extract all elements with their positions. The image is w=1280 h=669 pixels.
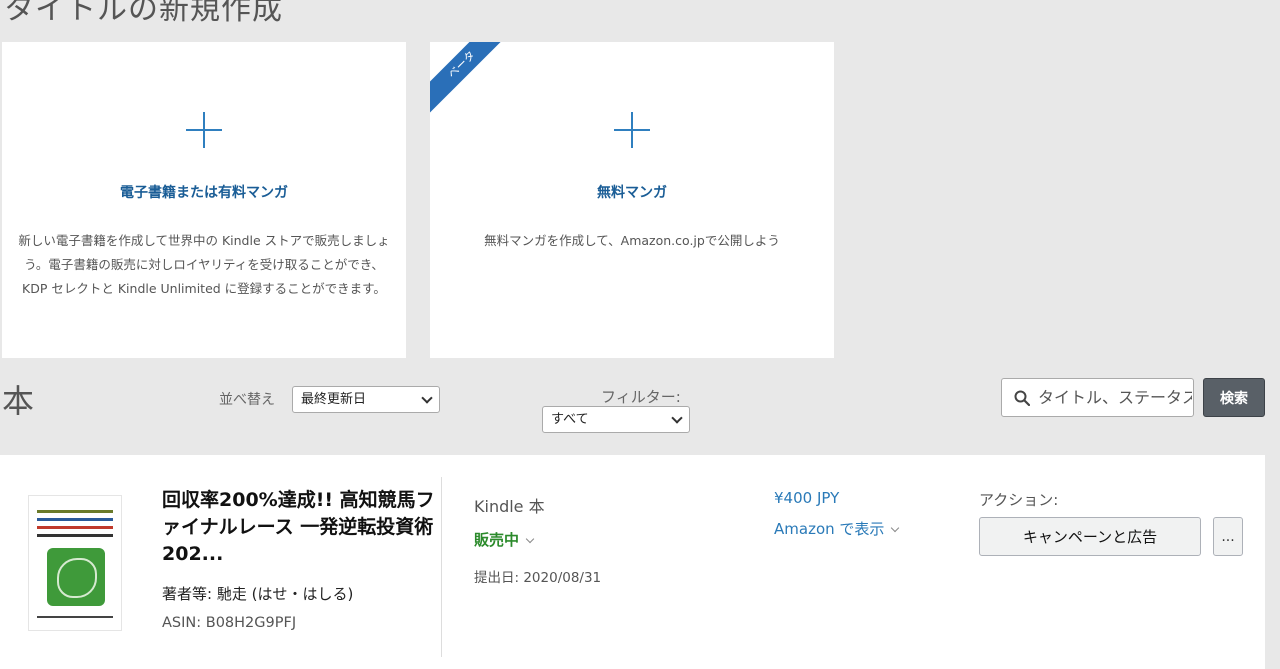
search-icon — [1014, 390, 1030, 406]
actions-label: アクション: — [979, 491, 1059, 509]
sort-label: 並べ替え — [219, 392, 275, 408]
plus-icon — [614, 112, 650, 148]
plus-icon — [186, 112, 222, 148]
page-title: タイトルの新規作成 — [4, 0, 283, 27]
chevron-down-icon — [421, 392, 433, 404]
book-format: Kindle 本 — [474, 497, 545, 516]
search-input[interactable] — [1038, 379, 1192, 416]
sort-selected-value: 最終更新日 — [301, 392, 367, 407]
manga-card-title: 無料マンガ — [597, 185, 667, 201]
ebook-card-title: 電子書籍または有料マンガ — [120, 185, 288, 201]
filter-label: フィルター: — [601, 388, 681, 406]
book-price-link[interactable]: ¥400 JPY — [774, 489, 839, 507]
filter-selected-value: すべて — [551, 412, 589, 427]
chevron-down-icon — [671, 412, 683, 424]
book-author: 著者等: 馳走 (はせ・はしる) — [162, 585, 354, 603]
book-status-label: 販売中 — [474, 531, 520, 549]
create-manga-card[interactable]: ベータ 無料マンガ 無料マンガを作成して、Amazon.co.jpで公開しよう — [430, 42, 834, 358]
search-box — [1001, 378, 1194, 417]
campaign-ads-button[interactable]: キャンペーンと広告 — [979, 517, 1201, 556]
create-ebook-card[interactable]: 電子書籍または有料マンガ 新しい電子書籍を作成して世界中の Kindle ストア… — [2, 42, 406, 358]
more-actions-button[interactable]: ... — [1213, 517, 1243, 556]
view-on-amazon-link[interactable]: Amazon で表示 — [774, 518, 900, 539]
column-divider — [441, 477, 442, 657]
sort-select[interactable]: 最終更新日 — [292, 386, 440, 413]
view-on-amazon-label: Amazon で表示 — [774, 520, 885, 538]
bookshelf-title: 本 — [2, 382, 35, 420]
chevron-down-icon — [891, 523, 900, 533]
book-asin: ASIN: B08H2G9PFJ — [162, 615, 297, 631]
chevron-down-icon — [525, 534, 535, 544]
beta-badge: ベータ — [430, 42, 513, 116]
ebook-card-description: 新しい電子書籍を作成して世界中の Kindle ストアで販売しましょう。電子書籍… — [18, 233, 390, 296]
book-title[interactable]: 回収率200%達成!! 高知競馬ファイナルレース 一発逆転投資術202... — [162, 487, 444, 568]
submit-date: 提出日: 2020/08/31 — [474, 570, 602, 586]
book-cover-image[interactable] — [28, 495, 122, 631]
search-button[interactable]: 検索 — [1203, 378, 1265, 417]
manga-card-description: 無料マンガを作成して、Amazon.co.jpで公開しよう — [484, 233, 780, 248]
book-status[interactable]: 販売中 — [474, 529, 535, 550]
book-row: 回収率200%達成!! 高知競馬ファイナルレース 一発逆転投資術202... 著… — [0, 455, 1265, 669]
filter-select[interactable]: すべて — [542, 406, 690, 433]
